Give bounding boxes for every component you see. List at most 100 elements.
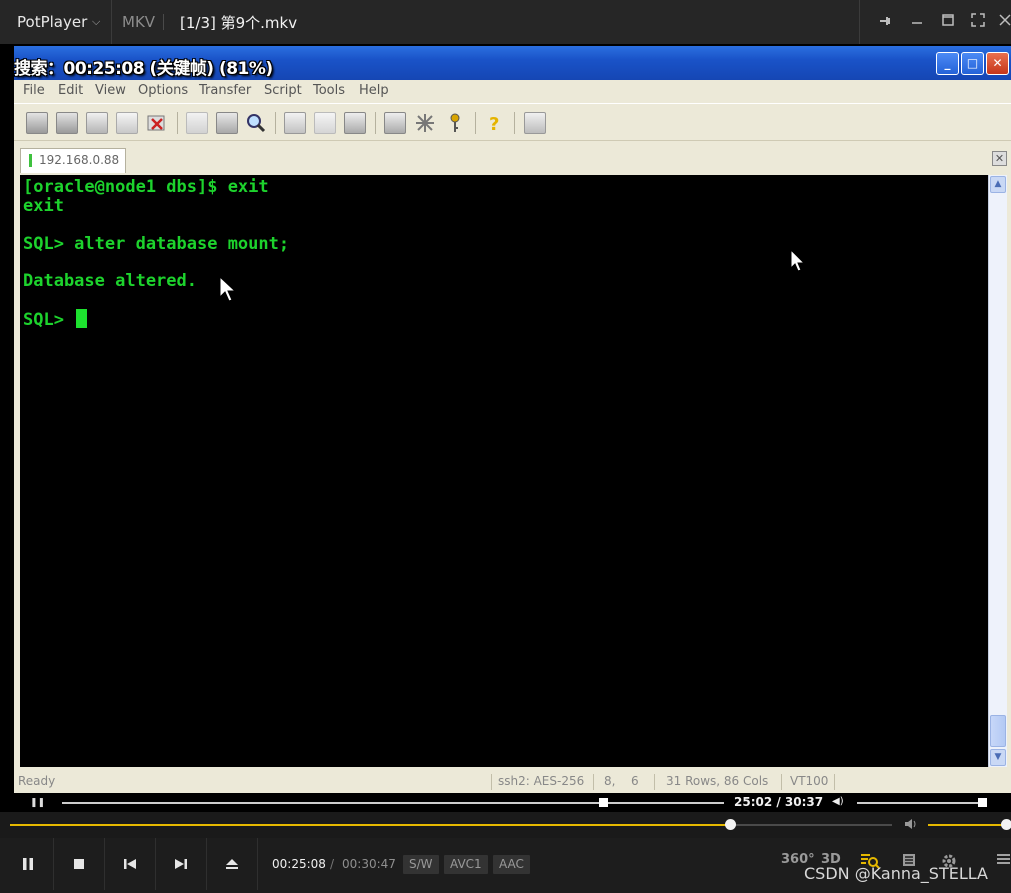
pin-icon[interactable] bbox=[876, 13, 894, 31]
print-screen-icon bbox=[284, 112, 306, 134]
stop-icon bbox=[74, 859, 84, 869]
text-cursor bbox=[76, 309, 88, 328]
key-icon bbox=[444, 112, 466, 134]
tab-status-indicator bbox=[29, 154, 32, 167]
video-letterbox bbox=[0, 44, 14, 812]
next-button[interactable] bbox=[156, 838, 207, 890]
toolbar-divider bbox=[514, 112, 515, 134]
fullscreen-icon[interactable] bbox=[969, 13, 987, 31]
potplayer-window: PotPlayer ⌵ MKV [1/3] 第9个.mkv 搜索：00:25:0… bbox=[0, 0, 1011, 893]
decoder-badge[interactable]: S/W bbox=[403, 855, 439, 874]
terminal-screen: [oracle@node1 dbs]$ exit exit SQL> alter… bbox=[20, 175, 988, 767]
close-icon[interactable] bbox=[996, 13, 1011, 31]
status-col: 6 bbox=[631, 774, 639, 788]
status-size: 31 Rows, 86 Cols bbox=[666, 774, 769, 788]
status-term-type: VT100 bbox=[790, 774, 829, 788]
global-options-icon bbox=[414, 112, 436, 134]
toolbar-divider bbox=[275, 112, 276, 134]
terminal-line: SQL> alter database mount; bbox=[23, 234, 290, 254]
seekbar[interactable] bbox=[0, 812, 1011, 838]
connect-tab-icon bbox=[86, 112, 108, 134]
toolbar-divider bbox=[177, 112, 178, 134]
recorded-volume-track bbox=[857, 802, 981, 804]
minimize-icon[interactable] bbox=[908, 13, 926, 31]
pause-icon bbox=[23, 858, 33, 870]
quick-connect-icon bbox=[56, 112, 78, 134]
open-file-button[interactable] bbox=[207, 838, 258, 890]
terminal-scrollbar: ▲ ▼ bbox=[988, 175, 1007, 767]
status-divider bbox=[781, 774, 782, 790]
control-bar: 00:25:08 / 00:30:47 S/W AVC1 AAC 360° 3D… bbox=[0, 838, 1011, 893]
video-codec-badge[interactable]: AVC1 bbox=[444, 855, 488, 874]
securecrt-window: 搜索：00:25:08 (关键帧) (81%) _ □ ✕ File Edit … bbox=[14, 46, 1011, 796]
terminal-prompt-line: SQL> bbox=[23, 309, 88, 330]
menu-options: Options bbox=[138, 83, 189, 98]
menu-help: Help bbox=[359, 83, 389, 98]
recorded-seek-knob bbox=[598, 798, 608, 807]
seek-progress bbox=[10, 824, 730, 826]
session-tab: 192.168.0.88 bbox=[20, 148, 126, 173]
help-icon: ? bbox=[484, 112, 506, 135]
terminal-line: exit bbox=[23, 196, 64, 216]
session-tab-label: 192.168.0.88 bbox=[39, 153, 120, 167]
seek-knob[interactable] bbox=[724, 819, 736, 830]
securecrt-toolbar: ? bbox=[14, 103, 1011, 141]
print-selection-icon bbox=[314, 112, 336, 134]
volume-slider[interactable] bbox=[928, 824, 1006, 826]
find-icon bbox=[245, 112, 267, 134]
terminal-line: Database altered. bbox=[23, 271, 197, 291]
menu-file: File bbox=[23, 83, 45, 98]
xp-maximize-button: □ bbox=[961, 52, 984, 75]
recorded-player-controls: ❚❚ 25:02 / 30:37 ◀) bbox=[0, 793, 1011, 812]
xp-close-button: ✕ bbox=[986, 52, 1009, 75]
current-time: 00:25:08 bbox=[272, 857, 326, 871]
brand-menu-button[interactable]: PotPlayer ⌵ bbox=[0, 0, 112, 44]
session-options-icon bbox=[384, 112, 406, 134]
xp-minimize-button: _ bbox=[936, 52, 959, 75]
reconnect-icon bbox=[116, 112, 138, 134]
brand-label: PotPlayer bbox=[17, 13, 88, 31]
menu-transfer: Transfer bbox=[199, 83, 252, 98]
pause-button[interactable] bbox=[3, 838, 54, 890]
securecrt-statusbar: Ready ssh2: AES-256 8, 6 31 Rows, 86 Col… bbox=[14, 771, 1011, 793]
sftp-icon bbox=[524, 112, 546, 134]
volume-icon[interactable] bbox=[904, 817, 918, 835]
stop-button[interactable] bbox=[54, 838, 105, 890]
securecrt-titlebar: 搜索：00:25:08 (关键帧) (81%) _ □ ✕ bbox=[14, 46, 1011, 80]
mouse-pointer-icon bbox=[219, 276, 237, 302]
toolbar-divider bbox=[375, 112, 376, 134]
title-divider bbox=[163, 14, 164, 30]
tab-close-icon: ✕ bbox=[992, 151, 1007, 166]
menu-script: Script bbox=[264, 83, 302, 98]
svg-text:?: ? bbox=[489, 114, 499, 134]
file-title: [1/3] 第9个.mkv bbox=[180, 14, 298, 32]
window-controls bbox=[859, 0, 1011, 44]
terminal-prompt: SQL> bbox=[23, 310, 75, 330]
status-row: 8, bbox=[604, 774, 616, 788]
status-ready: Ready bbox=[18, 774, 56, 788]
paste-icon bbox=[216, 112, 238, 134]
terminal-line: [oracle@node1 dbs]$ exit bbox=[23, 177, 269, 197]
status-divider bbox=[593, 774, 594, 790]
seek-track[interactable] bbox=[10, 824, 892, 826]
mouse-pointer-icon bbox=[790, 249, 806, 272]
audio-codec-badge[interactable]: AAC bbox=[493, 855, 530, 874]
scroll-down-icon: ▼ bbox=[990, 749, 1006, 766]
disconnect-icon bbox=[146, 112, 168, 134]
menu-icon[interactable] bbox=[996, 852, 1010, 870]
status-divider bbox=[654, 774, 655, 790]
watermark-text: CSDN @Kanna_STELLA bbox=[804, 864, 988, 883]
previous-button[interactable] bbox=[105, 838, 156, 890]
recorded-pause-icon: ❚❚ bbox=[30, 798, 46, 808]
recorded-time: 25:02 / 30:37 bbox=[734, 795, 824, 809]
video-area[interactable]: 搜索：00:25:08 (关键帧) (81%) _ □ ✕ File Edit … bbox=[0, 44, 1011, 812]
session-tabbar: 192.168.0.88 ✕ bbox=[14, 143, 1011, 173]
recorded-seek-track bbox=[62, 802, 724, 804]
scroll-thumb bbox=[990, 715, 1006, 747]
volume-knob[interactable] bbox=[1001, 819, 1011, 830]
status-protocol: ssh2: AES-256 bbox=[498, 774, 585, 788]
toolbar-divider bbox=[475, 112, 476, 134]
chevron-down-icon: ⌵ bbox=[92, 15, 101, 28]
securecrt-menubar: File Edit View Options Transfer Script T… bbox=[14, 80, 1011, 102]
maximize-icon[interactable] bbox=[939, 13, 957, 31]
